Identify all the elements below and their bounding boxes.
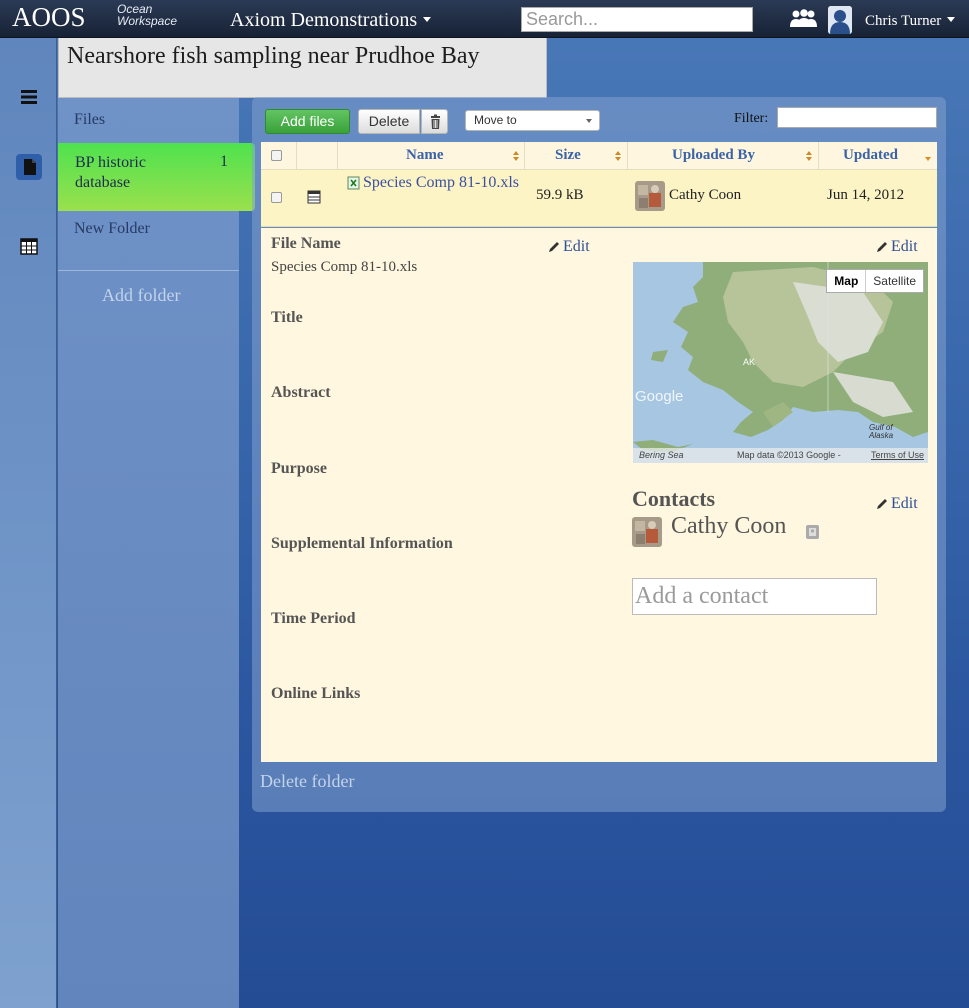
brand-subtitle: Ocean Workspace — [117, 2, 178, 28]
contact-card-icon[interactable] — [806, 525, 819, 539]
trash-button[interactable] — [421, 109, 448, 134]
file-name-label: File Name — [271, 235, 341, 252]
trash-icon — [431, 114, 440, 129]
field-time-period: Time Period — [271, 610, 356, 627]
terms-of-use-link[interactable]: Terms of Use — [871, 448, 924, 463]
field-title: Title — [271, 309, 303, 326]
move-to-label: Move to — [474, 113, 517, 127]
delete-folder-button[interactable]: Delete folder — [260, 771, 354, 792]
add-contact-input[interactable] — [632, 578, 877, 615]
map-type-satellite-button[interactable]: Satellite — [866, 270, 923, 292]
delete-button[interactable]: Delete — [358, 109, 420, 134]
users-icon[interactable] — [788, 9, 818, 29]
brand-name: AOOS — [12, 2, 86, 32]
user-silhouette-icon — [828, 6, 852, 34]
column-divider — [524, 142, 525, 170]
document-icon[interactable] — [16, 154, 42, 180]
sort-desc-icon[interactable] — [925, 151, 931, 161]
map-type-map-button[interactable]: Map — [827, 270, 867, 292]
left-icon-strip — [0, 38, 57, 1008]
edit-contacts-button[interactable]: Edit — [876, 495, 918, 513]
page-title-box: Nearshore fish sampling near Prudhoe Bay — [58, 38, 547, 98]
folder-sidebar: Files BP historic database 1 New Folder … — [58, 96, 255, 1008]
select-all-checkbox[interactable] — [271, 150, 282, 161]
svg-text:AK: AK — [743, 357, 755, 367]
project-dropdown[interactable]: Axiom Demonstrations — [230, 9, 432, 31]
table-header: Name Size Uploaded By Updated — [261, 142, 937, 170]
pencil-icon — [877, 499, 887, 509]
column-header-updated[interactable]: Updated — [843, 147, 898, 164]
field-supplemental-information: Supplemental Information — [271, 535, 453, 552]
add-files-button[interactable]: Add files — [265, 109, 350, 134]
column-divider — [296, 142, 297, 170]
page-title: Nearshore fish sampling near Prudhoe Bay — [67, 43, 480, 69]
brand-logo[interactable]: AOOS Ocean Workspace — [12, 2, 177, 32]
file-detail-panel: File Name Species Comp 81-10.xls Edit Ed… — [261, 228, 937, 762]
filter-label: Filter: — [734, 111, 769, 126]
column-divider — [627, 142, 628, 170]
user-avatar[interactable] — [828, 6, 852, 34]
sidebar-item-bp-historic-database[interactable]: BP historic database 1 — [58, 143, 255, 211]
row-checkbox[interactable] — [271, 192, 282, 203]
uploader-avatar — [635, 181, 665, 211]
edit-map-button[interactable]: Edit — [876, 238, 918, 256]
sort-icon[interactable] — [806, 151, 812, 161]
file-name-value: Species Comp 81-10.xls — [271, 259, 418, 275]
field-abstract: Abstract — [271, 384, 331, 401]
project-name: Axiom Demonstrations — [230, 9, 418, 31]
menu-icon[interactable] — [16, 84, 42, 110]
chevron-down-icon — [586, 119, 592, 123]
files-panel: Add files Delete Move to Filter: Name Si… — [252, 97, 946, 812]
uploader-name: Cathy Coon — [669, 187, 742, 203]
top-navbar: AOOS Ocean Workspace Axiom Demonstration… — [0, 0, 969, 38]
chevron-down-icon — [423, 16, 432, 22]
map-label-bering-sea: Bering Sea — [639, 450, 684, 460]
add-folder-button[interactable]: Add folder — [102, 285, 180, 306]
map-type-control: Map Satellite — [826, 269, 924, 293]
column-header-size[interactable]: Size — [555, 147, 581, 164]
field-purpose: Purpose — [271, 460, 327, 477]
column-header-uploaded-by[interactable]: Uploaded By — [672, 147, 755, 164]
sort-icon[interactable] — [513, 151, 519, 161]
user-menu[interactable]: Chris Turner — [865, 13, 956, 29]
folder-label: BP historic database — [75, 154, 146, 191]
pencil-icon — [877, 242, 887, 252]
user-name: Chris Turner — [865, 13, 942, 29]
file-name-link[interactable]: Species Comp 81-10.xls — [363, 173, 523, 192]
column-header-name[interactable]: Name — [406, 147, 444, 164]
sidebar-item-files[interactable]: Files — [74, 111, 105, 129]
map-view[interactable]: AK Google Gulf of Alaska Map Satellite Be… — [633, 262, 928, 463]
contact-avatar — [632, 517, 662, 547]
field-online-links: Online Links — [271, 685, 361, 702]
svg-text:Alaska: Alaska — [868, 431, 894, 440]
table-row[interactable]: Species Comp 81-10.xls 59.9 kB Cathy Coo… — [261, 170, 937, 227]
move-to-select[interactable]: Move to — [465, 110, 600, 131]
search-input[interactable] — [521, 7, 753, 32]
sidebar-item-new-folder[interactable]: New Folder — [74, 220, 150, 238]
column-divider — [818, 142, 819, 170]
folder-count: 1 — [220, 153, 228, 170]
updated-date: Jun 14, 2012 — [827, 187, 905, 203]
table-icon[interactable] — [16, 233, 42, 259]
filter-input[interactable] — [777, 107, 937, 128]
map-attribution: Map data ©2013 Google - — [737, 450, 841, 460]
edit-metadata-button[interactable]: Edit — [548, 238, 590, 256]
svg-text:Google: Google — [635, 388, 683, 405]
table-icon[interactable] — [307, 190, 321, 204]
contacts-heading: Contacts — [632, 486, 716, 511]
sidebar-divider — [58, 270, 239, 271]
sort-icon[interactable] — [615, 151, 621, 161]
pencil-icon — [549, 242, 559, 252]
column-divider — [337, 142, 338, 170]
file-size: 59.9 kB — [536, 187, 584, 203]
chevron-down-icon — [947, 17, 956, 23]
contact-name[interactable]: Cathy Coon — [671, 513, 786, 540]
map-attribution-bar: Bering Sea Map data ©2013 Google - Terms… — [633, 448, 928, 463]
excel-file-icon — [347, 176, 360, 190]
